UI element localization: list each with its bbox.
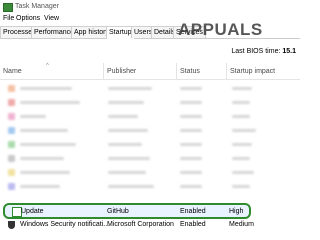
table-header: Name Publisher Status Startup impact [0,63,300,80]
shield-icon [8,221,15,229]
column-divider[interactable] [103,63,104,79]
column-divider[interactable] [226,63,227,79]
app-icon [8,85,15,92]
bios-time: Last BIOS time: 15.1 [231,48,296,55]
title-bar: Task Manager [0,0,300,14]
app-icon [8,113,15,120]
app-icon [8,169,15,176]
row-name: Windows Security notificati... [20,221,110,228]
row-status: Enabled [180,208,206,215]
column-header-status[interactable]: Status [180,68,200,75]
row-publisher: GitHub [107,208,129,215]
column-header-publisher[interactable]: Publisher [107,68,136,75]
table-row-redacted[interactable] [0,180,300,193]
table-row-redacted[interactable] [0,138,300,151]
column-header-name[interactable]: Name [3,68,22,75]
app-icon [8,99,15,106]
table-row-windows-security[interactable]: Windows Security notificati... Microsoft… [0,218,300,231]
row-name: Update [21,208,44,215]
row-impact: High [229,208,244,215]
task-manager-icon [3,3,13,12]
bios-label: Last BIOS time: [231,48,281,55]
table-row-redacted[interactable] [0,124,300,137]
table-row-redacted[interactable] [0,166,300,179]
table-row-redacted[interactable] [0,152,300,165]
menu-view[interactable]: View [44,15,59,22]
column-divider[interactable] [176,63,177,79]
app-icon [8,127,15,134]
table-row-redacted[interactable] [0,110,300,123]
row-publisher: Microsoft Corporation [107,221,174,228]
bios-value: 15.1 [282,48,296,55]
row-impact: Medium [229,221,254,228]
table-row-update[interactable]: Update GitHub Enabled High [3,203,251,219]
menu-options[interactable]: Options [16,15,40,22]
window-title: Task Manager [15,3,59,10]
app-icon [8,183,15,190]
watermark-logo: APPUALS [178,20,263,39]
row-status: Enabled [180,221,206,228]
app-icon [8,155,15,162]
app-icon [8,141,15,148]
table-row-redacted[interactable] [0,96,300,109]
table-row-redacted[interactable] [0,82,300,95]
menu-file[interactable]: File [3,15,14,22]
column-header-startup-impact[interactable]: Startup impact [230,68,275,75]
